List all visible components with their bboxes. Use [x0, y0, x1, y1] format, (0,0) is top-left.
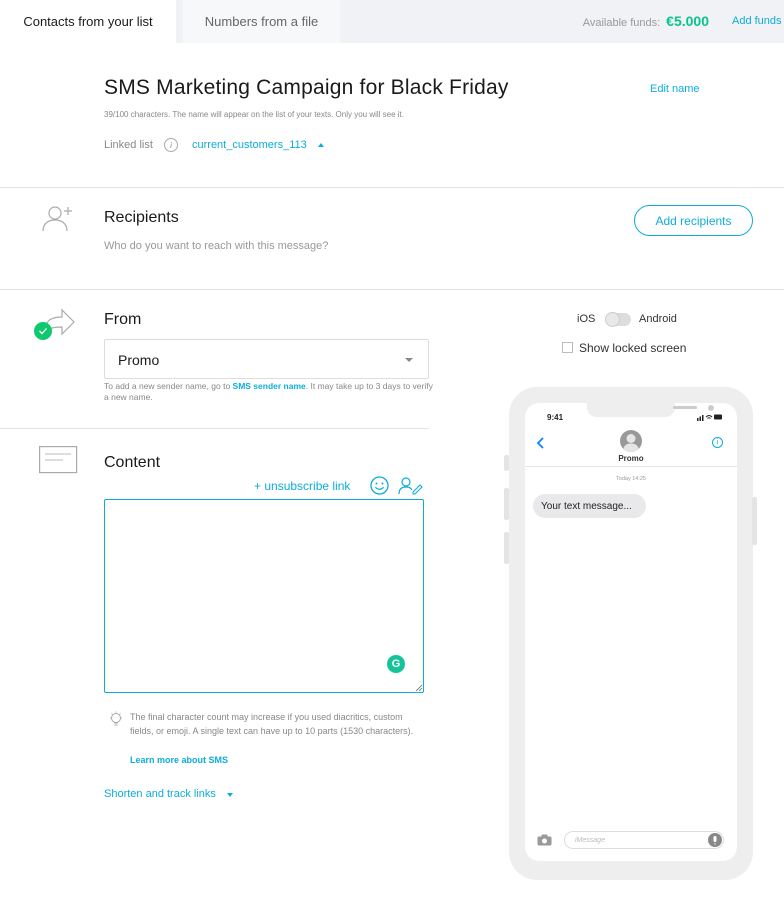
- add-recipients-button[interactable]: Add recipients: [634, 205, 753, 236]
- message-bubble: Your text message...: [533, 494, 646, 518]
- linked-list-label: Linked list: [104, 139, 153, 151]
- message-textarea[interactable]: [104, 499, 424, 693]
- status-clock: 9:41: [547, 413, 564, 422]
- mic-icon: [708, 833, 722, 847]
- android-label: Android: [639, 313, 677, 325]
- add-user-icon: [42, 206, 72, 232]
- funds-label: Available funds:: [582, 17, 661, 29]
- personalize-icon[interactable]: [398, 476, 423, 495]
- learn-more-link[interactable]: Learn more about SMS: [130, 755, 228, 765]
- recipients-title: Recipients: [104, 209, 179, 226]
- contact-name: Promo: [618, 454, 644, 463]
- unsubscribe-link-button[interactable]: + unsubscribe link: [254, 479, 350, 493]
- signal-wifi-battery-icon: [697, 414, 722, 421]
- front-camera: [708, 405, 714, 411]
- toggle-knob: [605, 312, 620, 327]
- character-count-note: The final character count may increase i…: [130, 712, 414, 736]
- phone-side-button: [752, 497, 757, 545]
- message-icon: [39, 446, 78, 474]
- divider: [525, 466, 737, 467]
- phone-side-button: [504, 532, 509, 564]
- tab-numbers-from-file[interactable]: Numbers from a file: [183, 0, 340, 43]
- chevron-down-icon[interactable]: [227, 793, 233, 797]
- linked-list-value[interactable]: current_customers_113: [192, 139, 307, 151]
- sms-sender-name-link[interactable]: SMS sender name: [233, 381, 306, 391]
- campaign-name-hint: 39/100 characters. The name will appear …: [104, 110, 404, 119]
- info-icon[interactable]: i: [164, 138, 178, 152]
- speaker: [673, 406, 697, 409]
- phone-notch: [587, 403, 714, 417]
- sender-arrow-icon: [34, 308, 75, 340]
- grammarly-icon[interactable]: G: [387, 655, 405, 673]
- back-chevron-icon[interactable]: [535, 437, 545, 449]
- shorten-links-toggle[interactable]: Shorten and track links: [104, 788, 216, 800]
- divider: [0, 428, 429, 429]
- recipients-subtitle: Who do you want to reach with this messa…: [104, 240, 329, 252]
- sender-select[interactable]: Promo: [104, 339, 429, 379]
- chevron-down-icon: [405, 358, 413, 362]
- caret-up-icon[interactable]: [318, 143, 324, 147]
- tab-contacts-from-list[interactable]: Contacts from your list: [0, 0, 176, 43]
- camera-icon: [537, 834, 552, 846]
- locked-screen-checkbox[interactable]: [562, 342, 573, 353]
- available-funds: Available funds: €5.000: [583, 13, 709, 29]
- phone-screen: 9:41 Promo i Today 14:25 Your text messa…: [525, 403, 737, 861]
- sender-note-text: To add a new sender name, go to: [104, 381, 233, 391]
- resize-handle-icon[interactable]: [415, 684, 423, 692]
- phone-side-button: [504, 455, 509, 471]
- campaign-title: SMS Marketing Campaign for Black Friday: [104, 76, 509, 99]
- contact-avatar: [620, 430, 642, 452]
- funds-amount: €5.000: [666, 13, 709, 29]
- top-bar: Contacts from your list Numbers from a f…: [0, 0, 784, 43]
- divider: [0, 187, 784, 188]
- info-icon[interactable]: i: [712, 437, 723, 448]
- divider: [0, 289, 784, 290]
- content-title: Content: [104, 454, 161, 471]
- phone-side-button: [504, 488, 509, 520]
- platform-toggle[interactable]: [605, 312, 631, 327]
- add-funds-link[interactable]: Add funds: [732, 15, 782, 27]
- sender-note: To add a new sender name, go to SMS send…: [104, 381, 434, 403]
- message-timestamp: Today 14:25: [616, 476, 646, 482]
- sender-value: Promo: [118, 352, 160, 368]
- emoji-icon[interactable]: [370, 476, 389, 495]
- from-title: From: [104, 311, 142, 328]
- message-input: iMessage: [564, 831, 724, 849]
- locked-screen-label[interactable]: Show locked screen: [579, 341, 686, 355]
- lightbulb-icon: [110, 711, 122, 726]
- ios-label: iOS: [577, 313, 596, 325]
- edit-name-link[interactable]: Edit name: [650, 83, 700, 95]
